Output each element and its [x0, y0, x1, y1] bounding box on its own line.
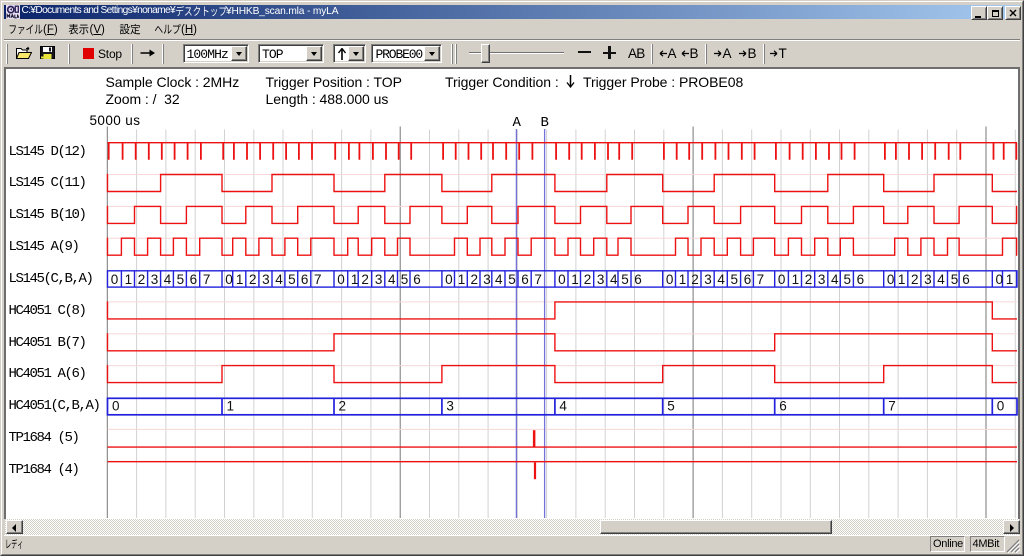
- svg-text:6: 6: [779, 399, 787, 414]
- svg-text:4: 4: [937, 272, 945, 287]
- svg-text:3: 3: [818, 272, 826, 287]
- svg-text:0: 0: [558, 272, 566, 287]
- svg-text:1: 1: [679, 272, 687, 287]
- svg-text:3: 3: [597, 272, 605, 287]
- svg-text:2: 2: [138, 272, 146, 287]
- svg-text:1: 1: [571, 272, 579, 287]
- svg-text:1: 1: [792, 272, 800, 287]
- svg-text:5: 5: [508, 272, 516, 287]
- svg-text:4: 4: [275, 272, 283, 287]
- svg-text:6: 6: [634, 272, 642, 287]
- svg-text:4: 4: [610, 272, 618, 287]
- svg-text:6: 6: [413, 272, 421, 287]
- svg-text:3: 3: [483, 272, 491, 287]
- svg-text:1: 1: [351, 272, 359, 287]
- svg-text:0: 0: [666, 272, 674, 287]
- svg-text:6: 6: [190, 272, 198, 287]
- svg-text:6: 6: [521, 272, 529, 287]
- svg-text:7: 7: [534, 272, 542, 287]
- svg-text:1: 1: [236, 272, 244, 287]
- svg-text:5: 5: [844, 272, 852, 287]
- svg-text:3: 3: [704, 272, 712, 287]
- svg-text:3: 3: [375, 272, 383, 287]
- svg-text:6: 6: [301, 272, 309, 287]
- svg-text:2: 2: [911, 272, 919, 287]
- svg-text:2: 2: [691, 272, 699, 287]
- svg-text:4: 4: [831, 272, 839, 287]
- svg-text:3: 3: [262, 272, 270, 287]
- svg-text:0: 0: [112, 399, 120, 414]
- svg-text:2: 2: [249, 272, 257, 287]
- svg-text:4: 4: [388, 272, 396, 287]
- svg-text:0: 0: [445, 272, 453, 287]
- svg-text:4: 4: [495, 272, 503, 287]
- svg-text:2: 2: [471, 272, 479, 287]
- svg-text:0: 0: [996, 272, 1004, 287]
- svg-text:6: 6: [962, 272, 970, 287]
- svg-text:5: 5: [288, 272, 296, 287]
- svg-text:2: 2: [805, 272, 813, 287]
- svg-text:5: 5: [951, 272, 959, 287]
- svg-text:1: 1: [125, 272, 133, 287]
- svg-text:6: 6: [857, 272, 865, 287]
- svg-text:3: 3: [446, 399, 454, 414]
- svg-text:0: 0: [225, 272, 233, 287]
- svg-text:0: 0: [111, 272, 119, 287]
- svg-text:1: 1: [898, 272, 906, 287]
- svg-text:5: 5: [731, 272, 739, 287]
- svg-text:0: 0: [337, 272, 345, 287]
- svg-text:6: 6: [744, 272, 752, 287]
- svg-text:0: 0: [887, 272, 895, 287]
- svg-text:1: 1: [227, 399, 235, 414]
- svg-text:7: 7: [757, 272, 765, 287]
- svg-text:5: 5: [667, 399, 675, 414]
- svg-text:5: 5: [177, 272, 185, 287]
- svg-text:2: 2: [339, 399, 347, 414]
- svg-text:3: 3: [924, 272, 932, 287]
- svg-text:1: 1: [1006, 272, 1014, 287]
- svg-text:7: 7: [888, 399, 896, 414]
- svg-text:0: 0: [997, 399, 1005, 414]
- svg-text:3: 3: [151, 272, 159, 287]
- svg-text:1: 1: [458, 272, 466, 287]
- svg-text:7: 7: [203, 272, 211, 287]
- svg-text:4: 4: [559, 399, 567, 414]
- svg-text:5: 5: [621, 272, 629, 287]
- svg-text:2: 2: [584, 272, 592, 287]
- svg-text:5: 5: [401, 272, 409, 287]
- svg-text:0: 0: [778, 272, 786, 287]
- svg-text:4: 4: [164, 272, 172, 287]
- svg-text:2: 2: [361, 272, 369, 287]
- svg-text:4: 4: [717, 272, 725, 287]
- svg-text:7: 7: [314, 272, 322, 287]
